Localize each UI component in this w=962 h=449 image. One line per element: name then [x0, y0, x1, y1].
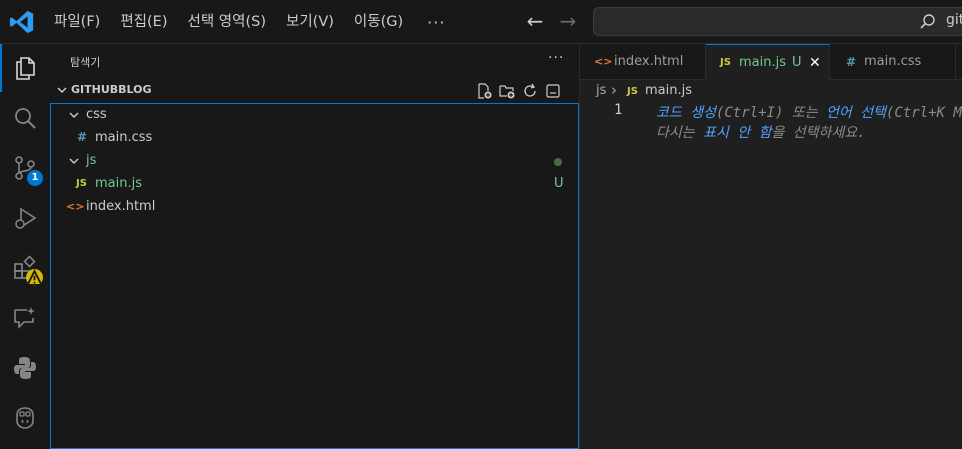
- run-debug-activity[interactable]: [0, 194, 50, 242]
- editor-hint-line-2: 다시는 표시 안 함을 선택하세요.: [656, 122, 866, 142]
- search-icon: [920, 14, 935, 29]
- tree-item-label: main.css: [95, 130, 153, 145]
- tab-main-css[interactable]: # main.css: [830, 44, 956, 80]
- hint-text: 을 선택하세요.: [771, 125, 866, 141]
- menu-file[interactable]: 파일(F): [44, 0, 110, 44]
- menu-edit[interactable]: 편집(E): [110, 0, 177, 44]
- tree-file-index-html[interactable]: <> index.html: [51, 196, 578, 219]
- html-file-icon: <>: [594, 55, 613, 68]
- warning-badge-icon: [26, 268, 43, 286]
- command-center-text: git: [946, 12, 962, 28]
- generate-code-link[interactable]: 코드 생성: [656, 105, 716, 121]
- editor-tabs: <> index.html JS main.js U ✕ # main.css: [580, 44, 962, 81]
- tab-index-html[interactable]: <> index.html: [580, 44, 706, 80]
- command-center-search[interactable]: git: [593, 7, 962, 36]
- extensions-activity[interactable]: [0, 244, 50, 292]
- code-editor[interactable]: 1 코드 생성(Ctrl+I) 또는 언어 선택(Ctrl+K M) 다시는 표…: [580, 102, 962, 449]
- hint-text: 다시는: [656, 125, 704, 141]
- new-file-button[interactable]: [474, 81, 493, 100]
- tab-status: U: [792, 55, 802, 70]
- tree-item-label: css: [86, 107, 107, 122]
- chevron-right-icon: ›: [611, 81, 617, 99]
- copilot-icon: [16, 407, 34, 429]
- collapse-all-icon: [545, 83, 560, 98]
- search-icon: [15, 108, 36, 129]
- tab-main-js[interactable]: JS main.js U ✕: [706, 44, 830, 81]
- html-file-icon: <>: [66, 200, 85, 213]
- back-arrow-icon[interactable]: ←: [524, 9, 546, 33]
- explorer-sidebar: 탐색기 ··· GITHUBBLOG css # main.css js JS …: [50, 44, 580, 449]
- menu-selection[interactable]: 선택 영역(S): [178, 0, 277, 44]
- files-icon: [16, 57, 35, 80]
- menu-go[interactable]: 이동(G): [344, 0, 413, 44]
- chat-activity[interactable]: [0, 294, 50, 342]
- chevron-down-icon: [57, 87, 67, 94]
- js-file-icon: JS: [627, 86, 638, 97]
- explorer-activity[interactable]: [0, 44, 50, 92]
- modified-dot-icon: [554, 158, 562, 166]
- close-icon[interactable]: ✕: [809, 55, 821, 71]
- breadcrumb-file[interactable]: main.js: [645, 83, 692, 98]
- css-file-icon: #: [77, 130, 88, 144]
- copilot-activity[interactable]: [0, 394, 50, 442]
- active-indicator: [0, 44, 2, 92]
- tree-folder-css[interactable]: css: [51, 104, 578, 127]
- menu-bar: 파일(F) 편집(E) 선택 영역(S) 보기(V) 이동(G) ···: [44, 0, 459, 44]
- title-bar: 파일(F) 편집(E) 선택 영역(S) 보기(V) 이동(G) ··· ← →…: [0, 0, 962, 44]
- workspace-section-header[interactable]: GITHUBBLOG: [50, 79, 580, 101]
- line-number: 1: [614, 102, 623, 118]
- sidebar-more-button[interactable]: ···: [548, 50, 564, 66]
- refresh-button[interactable]: [520, 81, 539, 100]
- activity-bar: 1: [0, 44, 50, 449]
- source-control-activity[interactable]: 1: [0, 144, 50, 192]
- chat-sparkle-icon: [14, 307, 35, 329]
- menu-view[interactable]: 보기(V): [276, 0, 344, 44]
- collapse-all-button[interactable]: [543, 81, 562, 100]
- breadcrumb: js › JS main.js: [580, 80, 962, 102]
- new-folder-icon: [498, 84, 514, 98]
- workspace-title: GITHUBBLOG: [71, 83, 152, 96]
- dont-show-link[interactable]: 표시 안 함: [703, 125, 771, 141]
- tab-label: main.js: [739, 55, 786, 70]
- chevron-down-icon: [69, 112, 79, 118]
- forward-arrow-icon[interactable]: →: [557, 9, 579, 33]
- tree-item-label: index.html: [86, 199, 156, 214]
- tree-file-main-css[interactable]: # main.css: [51, 127, 578, 150]
- hint-text: (Ctrl+K M): [885, 105, 962, 121]
- python-icon: [14, 357, 36, 379]
- hint-text: (Ctrl+I) 또는: [715, 105, 827, 121]
- tab-label: index.html: [614, 54, 684, 69]
- untracked-status: U: [554, 176, 564, 191]
- editor-hint-line-1: 코드 생성(Ctrl+I) 또는 언어 선택(Ctrl+K M): [656, 102, 962, 122]
- chevron-down-icon: [69, 158, 79, 164]
- tab-label: main.css: [864, 54, 922, 69]
- tree-file-main-js[interactable]: JS main.js U: [51, 173, 578, 196]
- menu-more-button[interactable]: ···: [413, 13, 459, 32]
- js-file-icon: JS: [76, 178, 87, 189]
- search-activity[interactable]: [0, 94, 50, 142]
- python-activity[interactable]: [0, 344, 50, 392]
- section-actions: [474, 81, 562, 100]
- refresh-icon: [523, 83, 536, 97]
- tree-item-label: js: [86, 153, 97, 168]
- file-tree: css # main.css js JS main.js U <> index.…: [50, 103, 579, 449]
- breadcrumb-folder[interactable]: js: [596, 83, 606, 98]
- tree-item-label: main.js: [95, 176, 142, 191]
- js-file-icon: JS: [720, 57, 731, 68]
- tree-folder-js[interactable]: js: [51, 150, 578, 173]
- sidebar-title: 탐색기: [70, 56, 101, 69]
- run-debug-icon: [15, 207, 37, 229]
- css-file-icon: #: [846, 55, 857, 69]
- scm-count-badge: 1: [27, 170, 43, 186]
- new-file-icon: [477, 82, 491, 99]
- vscode-logo-icon: [9, 10, 34, 34]
- new-folder-button[interactable]: [497, 81, 516, 100]
- select-language-link[interactable]: 언어 선택: [826, 105, 886, 121]
